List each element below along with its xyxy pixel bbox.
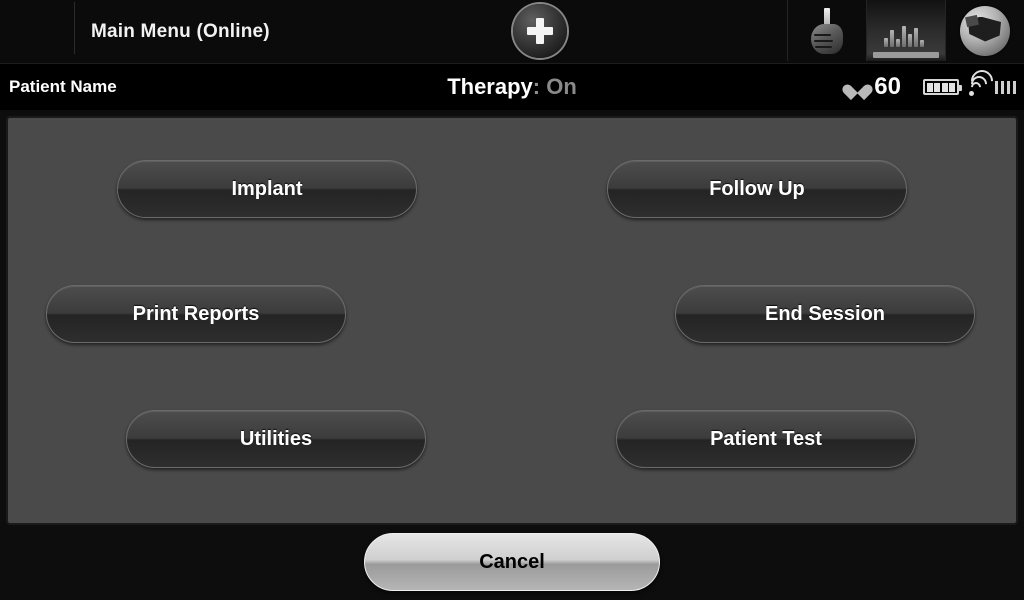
end-session-button[interactable]: End Session — [675, 285, 975, 343]
header-icon-group — [787, 0, 1024, 63]
top-header-bar: Main Menu (Online) — [0, 0, 1024, 63]
header-left-divider — [0, 2, 75, 54]
therapy-value: On — [546, 74, 577, 99]
status-bar: Patient Name Therapy: On 60 — [0, 63, 1024, 110]
egm-waveform-glyph-icon — [878, 13, 934, 49]
wifi-telemetry-icon — [966, 64, 998, 97]
device-screen: Main Menu (Online) Patient Name Therapy:… — [0, 0, 1024, 600]
stylus-hand-icon[interactable] — [787, 0, 866, 61]
cancel-button[interactable]: Cancel — [364, 533, 660, 591]
heart-rate-indicator: 60 — [848, 73, 901, 101]
heart-icon — [848, 78, 867, 96]
utilities-button[interactable]: Utilities — [126, 410, 426, 468]
therapy-separator: : — [532, 74, 541, 99]
signal-strength-icon — [995, 80, 1016, 94]
heart-rate-value: 60 — [874, 73, 901, 100]
plus-glyph-icon — [527, 18, 553, 44]
print-reports-button[interactable]: Print Reports — [46, 285, 346, 343]
main-menu-panel: Implant Follow Up Print Reports End Sess… — [6, 116, 1018, 525]
status-indicators: 60 — [848, 64, 1016, 101]
plus-icon[interactable] — [513, 4, 567, 58]
stylus-hand-glyph-icon — [805, 7, 849, 55]
therapy-label: Therapy — [447, 74, 533, 99]
patient-test-button[interactable]: Patient Test — [616, 410, 916, 468]
telemetry-indicators — [923, 64, 1016, 97]
device-programmer-icon[interactable] — [945, 0, 1024, 61]
egm-waveform-icon[interactable] — [866, 0, 945, 61]
follow-up-button[interactable]: Follow Up — [607, 160, 907, 218]
device-programmer-glyph-icon — [960, 5, 1010, 56]
header-title-zone: Main Menu (Online) — [75, 0, 787, 63]
page-title: Main Menu (Online) — [91, 20, 270, 42]
battery-icon — [923, 79, 962, 95]
implant-button[interactable]: Implant — [117, 160, 417, 218]
